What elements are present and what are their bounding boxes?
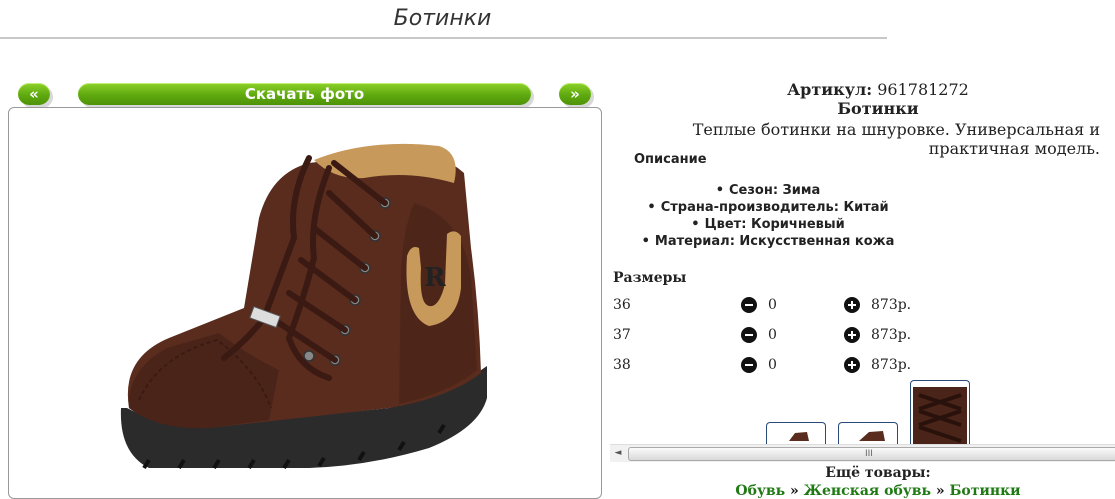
quantity-value: 0 [768, 327, 777, 343]
more-products-label: Ещё товары: [825, 465, 931, 481]
breadcrumb-link-womens-shoes[interactable]: Женская обувь [804, 483, 931, 499]
breadcrumb: Обувь » Женская обувь » Ботинки [608, 483, 1115, 499]
price-value: 873р. [871, 357, 912, 373]
decrease-quantity-icon[interactable] [741, 297, 757, 313]
increase-quantity-icon[interactable] [844, 297, 860, 313]
breadcrumb-link-shoes[interactable]: Обувь [735, 483, 785, 499]
product-photo: R [8, 107, 602, 499]
size-value: 36 [613, 297, 631, 313]
scroll-left-icon[interactable]: ◄ [613, 448, 623, 458]
thumbnail-1[interactable] [766, 422, 826, 444]
article-label: Артикул: [787, 80, 873, 99]
size-value: 38 [613, 357, 631, 373]
article-value: 961781272 [877, 80, 969, 99]
breadcrumb-separator: » [935, 483, 945, 499]
sizes-heading: Размеры [613, 270, 687, 286]
size-row: 36 0 873р. [613, 295, 973, 317]
quantity-value: 0 [768, 357, 777, 373]
size-value: 37 [613, 327, 631, 343]
property-item: • Страна-производитель: Китай [647, 200, 889, 215]
horizontal-scrollbar[interactable]: ◄ III [610, 444, 1115, 462]
quantity-value: 0 [768, 297, 777, 313]
scrollbar-thumb[interactable]: III [628, 447, 1115, 461]
article-line: Артикул: 961781272 [608, 80, 1115, 99]
thumbnail-strip [610, 378, 1115, 444]
thumbnail-2[interactable] [838, 422, 898, 444]
property-item: • Цвет: Коричневый [691, 217, 845, 232]
svg-text:R: R [424, 263, 446, 293]
title-divider [0, 37, 887, 39]
download-photo-button[interactable]: Скачать фото [78, 83, 531, 105]
boot-thumbnail-icon [789, 432, 809, 441]
breadcrumb-link-boots[interactable]: Ботинки [949, 483, 1020, 499]
boot-image: R [120, 143, 487, 470]
price-value: 873р. [871, 327, 912, 343]
scrollbar-grip: III [865, 449, 873, 459]
laces-thumbnail-icon [913, 387, 967, 444]
decrease-quantity-icon[interactable] [741, 327, 757, 343]
property-item: • Материал: Искусственная кожа [641, 234, 895, 249]
boot-thumbnail-icon [859, 431, 885, 441]
breadcrumb-separator: » [790, 483, 799, 499]
description-heading: Описание [634, 152, 707, 167]
increase-quantity-icon[interactable] [844, 327, 860, 343]
size-row: 37 0 873р. [613, 325, 973, 347]
increase-quantity-icon[interactable] [844, 357, 860, 373]
product-properties: • Сезон: Зима • Страна-производитель: Кита… [608, 182, 928, 250]
page-title: Ботинки [393, 6, 492, 31]
next-photo-button[interactable]: » [559, 83, 591, 105]
price-value: 873р. [871, 297, 912, 313]
size-row: 38 0 873р. [613, 355, 973, 377]
thumbnail-3-selected[interactable] [910, 380, 970, 444]
property-item: • Сезон: Зима [715, 183, 821, 198]
product-name: Ботинки [837, 99, 919, 118]
decrease-quantity-icon[interactable] [741, 357, 757, 373]
previous-photo-button[interactable]: « [18, 83, 50, 105]
